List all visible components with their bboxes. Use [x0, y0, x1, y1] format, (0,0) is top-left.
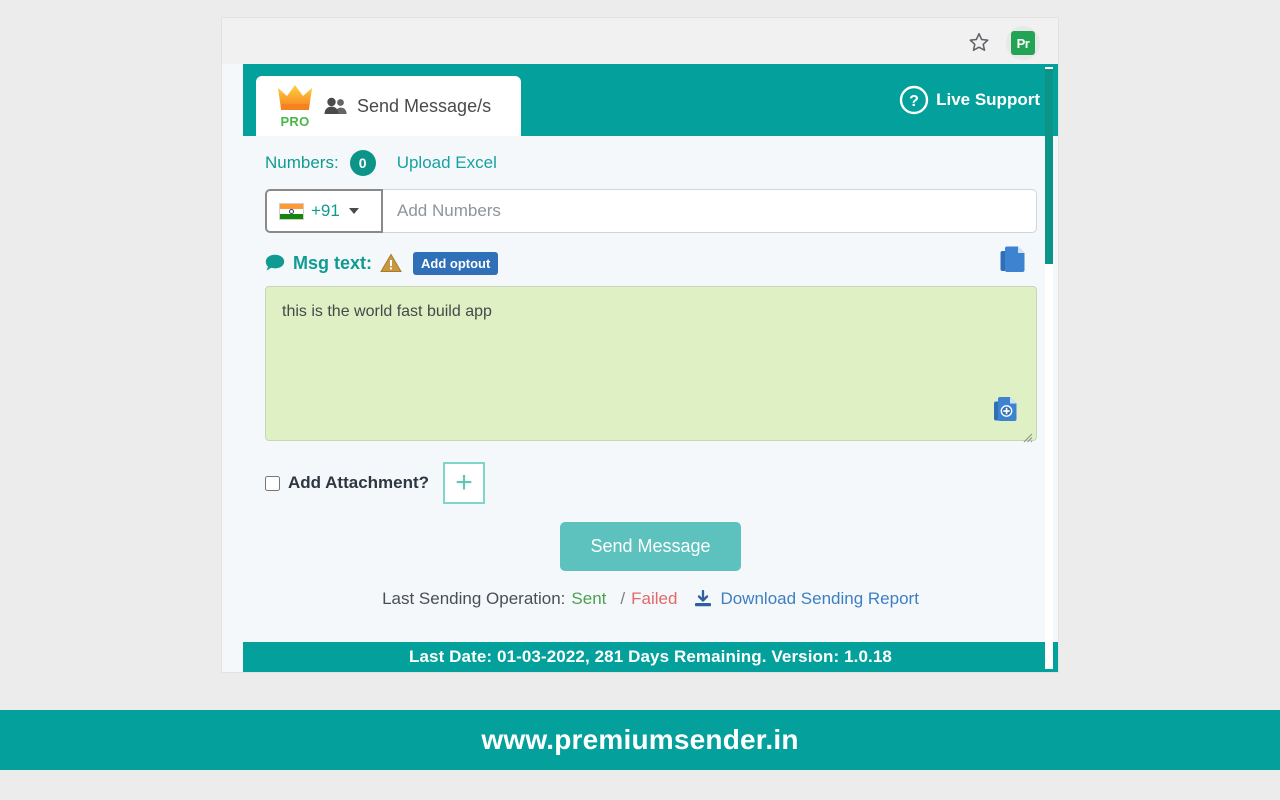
- msg-text-label: Msg text:: [293, 252, 373, 273]
- message-textarea-wrap: [265, 286, 1037, 446]
- live-support-button[interactable]: ? Live Support: [899, 64, 1040, 136]
- crown-icon: [278, 85, 312, 110]
- popup-content: PRO Send Message/s ? Live Support Number…: [243, 64, 1058, 672]
- message-textarea[interactable]: [265, 286, 1037, 441]
- popup-scrollbar-thumb[interactable]: [1045, 69, 1053, 264]
- question-circle-icon: ?: [899, 85, 929, 115]
- add-numbers-input[interactable]: [383, 189, 1037, 233]
- send-message-button[interactable]: Send Message: [560, 522, 741, 571]
- download-sending-report-link[interactable]: Download Sending Report: [693, 589, 919, 609]
- add-optout-button[interactable]: Add optout: [413, 251, 499, 275]
- country-code-select[interactable]: +91: [265, 189, 383, 233]
- add-attachment-checkbox[interactable]: [265, 475, 280, 491]
- users-icon: [324, 96, 348, 116]
- india-flag-icon: [279, 202, 304, 220]
- download-icon: [695, 590, 712, 607]
- extension-popup: PRO Send Message/s ? Live Support Number…: [222, 64, 1058, 672]
- license-footer-bar: Last Date: 01-03-2022, 281 Days Remainin…: [243, 642, 1058, 672]
- download-sending-report-label: Download Sending Report: [720, 589, 919, 608]
- attachment-row: Add Attachment? +: [265, 462, 1058, 504]
- chevron-down-icon: [348, 208, 359, 214]
- numbers-label: Numbers:: [265, 153, 339, 172]
- browser-window: Pr PRO Send Message/s ? Live Support Num…: [222, 18, 1058, 672]
- app-header: PRO Send Message/s ? Live Support: [243, 64, 1058, 136]
- status-separator: /: [620, 589, 626, 608]
- warning-triangle-icon: [380, 253, 402, 272]
- status-sent-count: Sent: [571, 589, 607, 608]
- extension-button[interactable]: Pr: [1006, 26, 1040, 60]
- live-support-label: Live Support: [936, 90, 1040, 109]
- tab-label: Send Message/s: [357, 95, 492, 116]
- add-attachment-button[interactable]: +: [443, 462, 486, 504]
- number-input-row: +91: [265, 189, 1037, 233]
- status-failed-count: Failed: [631, 589, 678, 608]
- numbers-row: Numbers: 0 Upload Excel: [243, 136, 1058, 176]
- plus-icon: +: [455, 466, 473, 499]
- status-row: Last Sending Operation: Sent / Failed Do…: [243, 589, 1058, 609]
- copy-documents-icon[interactable]: [999, 245, 1027, 280]
- extension-badge-label: Pr: [1011, 31, 1035, 55]
- site-url-banner: www.premiumsender.in: [0, 710, 1280, 770]
- status-prefix-label: Last Sending Operation:: [382, 589, 566, 608]
- pro-label: PRO: [280, 114, 310, 129]
- bookmark-star-icon[interactable]: [966, 29, 992, 55]
- dial-code-label: +91: [311, 201, 340, 220]
- svg-text:?: ?: [909, 93, 919, 110]
- tab-send-messages[interactable]: PRO Send Message/s: [256, 76, 521, 136]
- chat-bubble-icon: [265, 254, 285, 271]
- add-attachment-label: Add Attachment?: [288, 473, 430, 492]
- screen: Pr PRO Send Message/s ? Live Support Num…: [0, 0, 1280, 800]
- pro-crown-wrap: PRO: [272, 82, 318, 130]
- message-label-row: Msg text: Add optout: [265, 246, 1037, 277]
- copy-add-icon[interactable]: [993, 396, 1019, 429]
- upload-excel-link[interactable]: Upload Excel: [397, 153, 497, 173]
- send-button-wrap: Send Message: [243, 522, 1058, 571]
- numbers-count-badge: 0: [349, 150, 376, 176]
- browser-toolbar: Pr: [222, 18, 1058, 65]
